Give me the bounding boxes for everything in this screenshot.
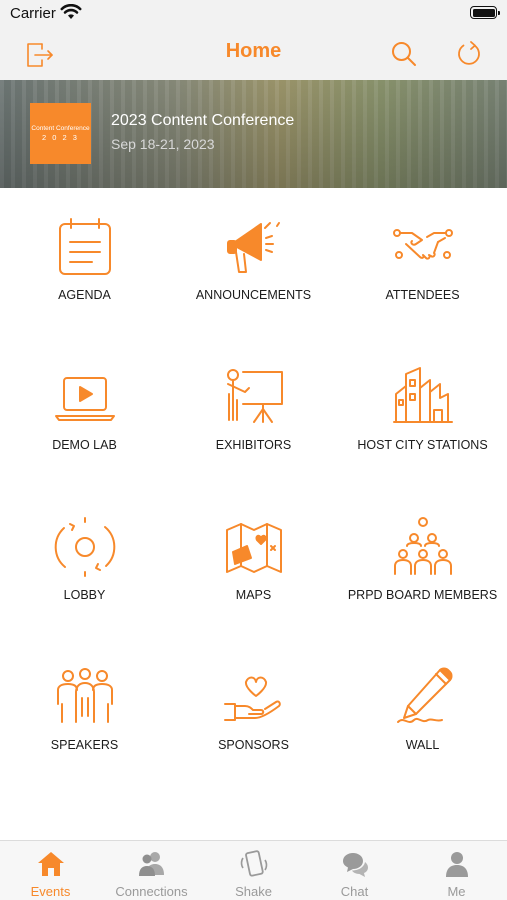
menu-item-agenda[interactable]: AGENDA — [0, 188, 169, 338]
refresh-icon[interactable] — [451, 36, 487, 72]
laptop-play-icon — [54, 377, 115, 421]
menu-item-speakers[interactable]: SPEAKERS — [0, 638, 169, 788]
tab-chat[interactable]: Chat — [304, 841, 405, 900]
tab-shake[interactable]: Shake — [203, 841, 304, 900]
event-date: Sep 18-21, 2023 — [111, 136, 215, 152]
menu-item-label: MAPS — [235, 588, 272, 602]
people-icon — [138, 852, 164, 876]
person-icon — [445, 852, 468, 877]
lobby-icon — [54, 517, 115, 577]
event-logo-line1: Content Conference — [31, 125, 90, 132]
menu-item-wall[interactable]: WALL — [338, 638, 507, 788]
menu-item-announcements[interactable]: ANNOUNCEMENTS — [169, 188, 338, 338]
search-icon[interactable] — [386, 36, 422, 72]
wifi-icon — [60, 3, 82, 25]
heart-hand-icon — [223, 676, 281, 721]
menu-item-lobby[interactable]: LOBBY — [0, 488, 169, 638]
event-logo: Content Conference 2 0 2 3 — [30, 103, 91, 164]
menu-item-label: WALL — [405, 738, 440, 752]
battery-icon — [470, 6, 500, 19]
handshake-icon — [392, 229, 453, 260]
event-logo-line2: 2 0 2 3 — [42, 133, 79, 142]
event-title: 2023 Content Conference — [111, 112, 295, 129]
city-icon — [392, 367, 453, 423]
carrier-label: Carrier — [10, 5, 56, 22]
menu-item-attendees[interactable]: ATTENDEES — [338, 188, 507, 338]
menu-item-host-city-stations[interactable]: HOST CITY STATIONS — [338, 338, 507, 488]
group-icon — [393, 517, 452, 575]
menu-item-label: LOBBY — [63, 588, 106, 602]
home-icon — [37, 852, 64, 876]
menu-item-prpd-board-members[interactable]: PRPD BOARD MEMBERS — [338, 488, 507, 638]
menu-item-label: EXHIBITORS — [215, 438, 292, 452]
tab-label: Me — [447, 884, 466, 899]
menu-item-demo-lab[interactable]: DEMO LAB — [0, 338, 169, 488]
tab-label: Connections — [115, 884, 188, 899]
phone-shake-icon — [240, 850, 267, 877]
event-banner[interactable]: Content Conference 2 0 2 3 2023 Content … — [0, 80, 507, 188]
menu-item-maps[interactable]: MAPS — [169, 488, 338, 638]
menu-item-label: ATTENDEES — [385, 288, 460, 302]
chat-icon — [342, 853, 368, 877]
tab-connections[interactable]: Connections — [101, 841, 202, 900]
tab-me[interactable]: Me — [406, 841, 507, 900]
menu-item-label: DEMO LAB — [52, 438, 117, 452]
tab-bar: Events Connections Shake Chat Me — [0, 840, 507, 900]
menu-item-label: AGENDA — [58, 288, 111, 302]
pen-icon — [396, 667, 452, 723]
tab-label: Events — [30, 884, 71, 899]
tab-label: Chat — [340, 884, 369, 899]
menu-item-label: HOST CITY STATIONS — [357, 438, 488, 452]
status-bar: Carrier — [0, 0, 507, 28]
tab-events[interactable]: Events — [0, 841, 101, 900]
tab-label: Shake — [235, 884, 272, 899]
megaphone-icon — [226, 222, 280, 273]
map-icon — [225, 523, 282, 573]
menu-item-label: SPEAKERS — [50, 738, 119, 752]
menu-item-label: PRPD BOARD MEMBERS — [347, 588, 498, 602]
page-title: Home — [225, 40, 282, 62]
menu-item-sponsors[interactable]: SPONSORS — [169, 638, 338, 788]
menu-item-label: ANNOUNCEMENTS — [195, 288, 312, 302]
menu-item-label: SPONSORS — [218, 738, 289, 752]
menu-item-exhibitors[interactable]: EXHIBITORS — [169, 338, 338, 488]
presentation-icon — [226, 369, 283, 423]
nav-bar: Home — [0, 28, 507, 80]
agenda-icon — [58, 218, 111, 275]
speakers-icon — [56, 668, 113, 723]
